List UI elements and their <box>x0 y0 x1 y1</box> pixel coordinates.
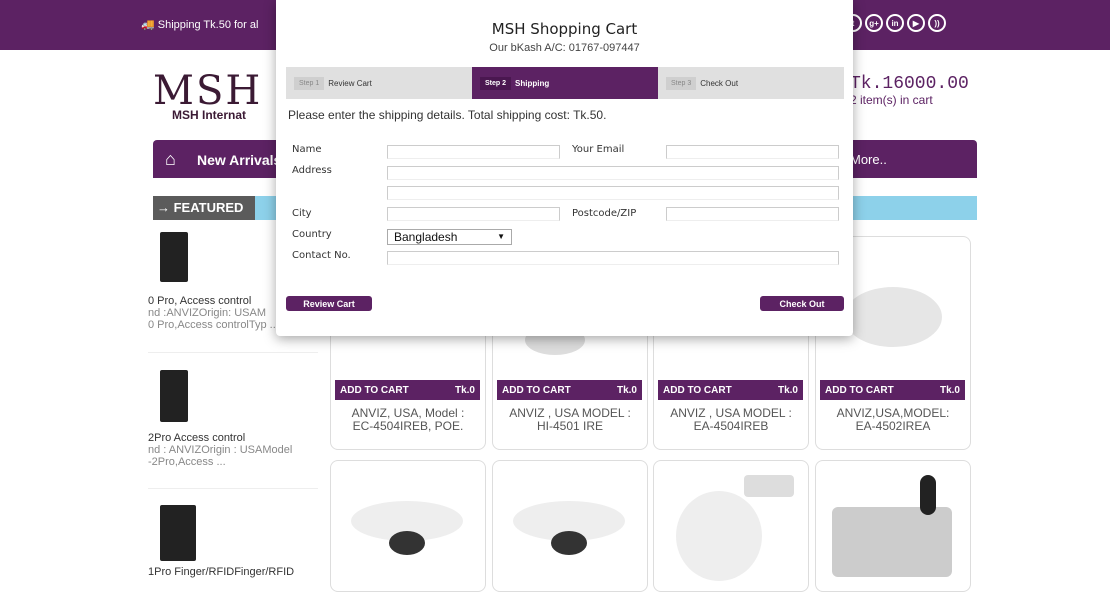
product-name[interactable]: ANVIZ , USA MODEL : HI-4501 IRE <box>495 407 645 433</box>
featured-tab[interactable]: → FEATURED <box>153 196 255 220</box>
email-label: Your Email <box>572 144 625 155</box>
camera-lens <box>389 531 425 555</box>
google-plus-icon[interactable]: g+ <box>865 14 883 32</box>
address-field-1[interactable] <box>387 166 839 180</box>
social-icons: t g+ in ▶ )) <box>844 14 946 32</box>
product-card[interactable] <box>653 460 809 592</box>
divider <box>148 352 318 353</box>
product-thumbnail[interactable] <box>160 505 196 561</box>
country-select[interactable]: Bangladesh ▼ <box>387 229 512 245</box>
product-card[interactable] <box>815 460 971 592</box>
shipping-intro: Please enter the shipping details. Total… <box>288 108 607 122</box>
postcode-label: Postcode/ZIP <box>572 208 637 219</box>
city-field[interactable] <box>387 207 560 221</box>
contact-label: Contact No. <box>292 250 351 261</box>
shopping-cart-modal: MSH Shopping Cart Our bKash A/C: 01767-0… <box>276 0 853 336</box>
youtube-icon[interactable]: ▶ <box>907 14 925 32</box>
camera-mount <box>744 475 794 497</box>
name-field[interactable] <box>387 145 560 159</box>
product-name[interactable]: ANVIZ,USA,MODEL: EA-4502IREA <box>818 407 968 433</box>
address-label: Address <box>292 165 332 176</box>
joystick <box>920 475 936 515</box>
rss-icon[interactable]: )) <box>928 14 946 32</box>
product-image <box>676 491 762 581</box>
product-thumbnail[interactable] <box>160 232 188 282</box>
postcode-field[interactable] <box>666 207 839 221</box>
home-icon[interactable]: ⌂ <box>165 149 176 170</box>
product-card[interactable] <box>492 460 648 592</box>
email-field[interactable] <box>666 145 839 159</box>
step-shipping[interactable]: Step 2 Shipping <box>472 67 658 99</box>
add-to-cart-button[interactable]: ADD TO CART Tk.0 <box>497 380 642 400</box>
step-check-out[interactable]: Step 3 Check Out <box>658 67 844 99</box>
sidebar-item[interactable]: 2Pro Access control nd : ANVIZOrigin : U… <box>148 432 323 468</box>
nav-new-arrivals[interactable]: New Arrivals <box>197 152 281 168</box>
review-cart-button[interactable]: Review Cart <box>286 296 372 311</box>
product-image <box>832 507 952 577</box>
name-label: Name <box>292 144 322 155</box>
add-to-cart-button[interactable]: ADD TO CART Tk.0 <box>820 380 965 400</box>
divider <box>148 488 318 489</box>
check-out-button[interactable]: Check Out <box>760 296 844 311</box>
product-card[interactable] <box>330 460 486 592</box>
product-name[interactable]: ANVIZ, USA, Model : EC-4504IREB, POE. <box>333 407 483 433</box>
sidebar-item[interactable]: 1Pro Finger/RFIDFinger/RFID <box>148 566 323 578</box>
city-label: City <box>292 208 312 219</box>
country-label: Country <box>292 229 332 240</box>
cart-total[interactable]: Tk.16000.00 <box>850 74 969 94</box>
product-thumbnail[interactable] <box>160 370 188 422</box>
nav-more[interactable]: More.. <box>850 152 887 167</box>
address-field-2[interactable] <box>387 186 839 200</box>
add-to-cart-button[interactable]: ADD TO CART Tk.0 <box>335 380 480 400</box>
step-review-cart[interactable]: Step 1 Review Cart <box>286 67 472 99</box>
linkedin-icon[interactable]: in <box>886 14 904 32</box>
product-name[interactable]: ANVIZ , USA MODEL : EA-4504IREB <box>656 407 806 433</box>
shipping-note: 🚚 Shipping Tk.50 for al <box>141 19 259 31</box>
cart-count[interactable]: 2 item(s) in cart <box>850 93 933 107</box>
contact-field[interactable] <box>387 251 839 265</box>
chevron-down-icon: ▼ <box>497 232 505 241</box>
bkash-account: Our bKash A/C: 01767-097447 <box>489 42 640 54</box>
checkout-steps: Step 1 Review Cart Step 2 Shipping Step … <box>286 67 844 99</box>
product-image <box>844 287 942 347</box>
logo-subtitle: MSH Internat <box>172 108 247 122</box>
camera-lens <box>551 531 587 555</box>
modal-title: MSH Shopping Cart <box>491 20 638 38</box>
add-to-cart-button[interactable]: ADD TO CART Tk.0 <box>658 380 803 400</box>
